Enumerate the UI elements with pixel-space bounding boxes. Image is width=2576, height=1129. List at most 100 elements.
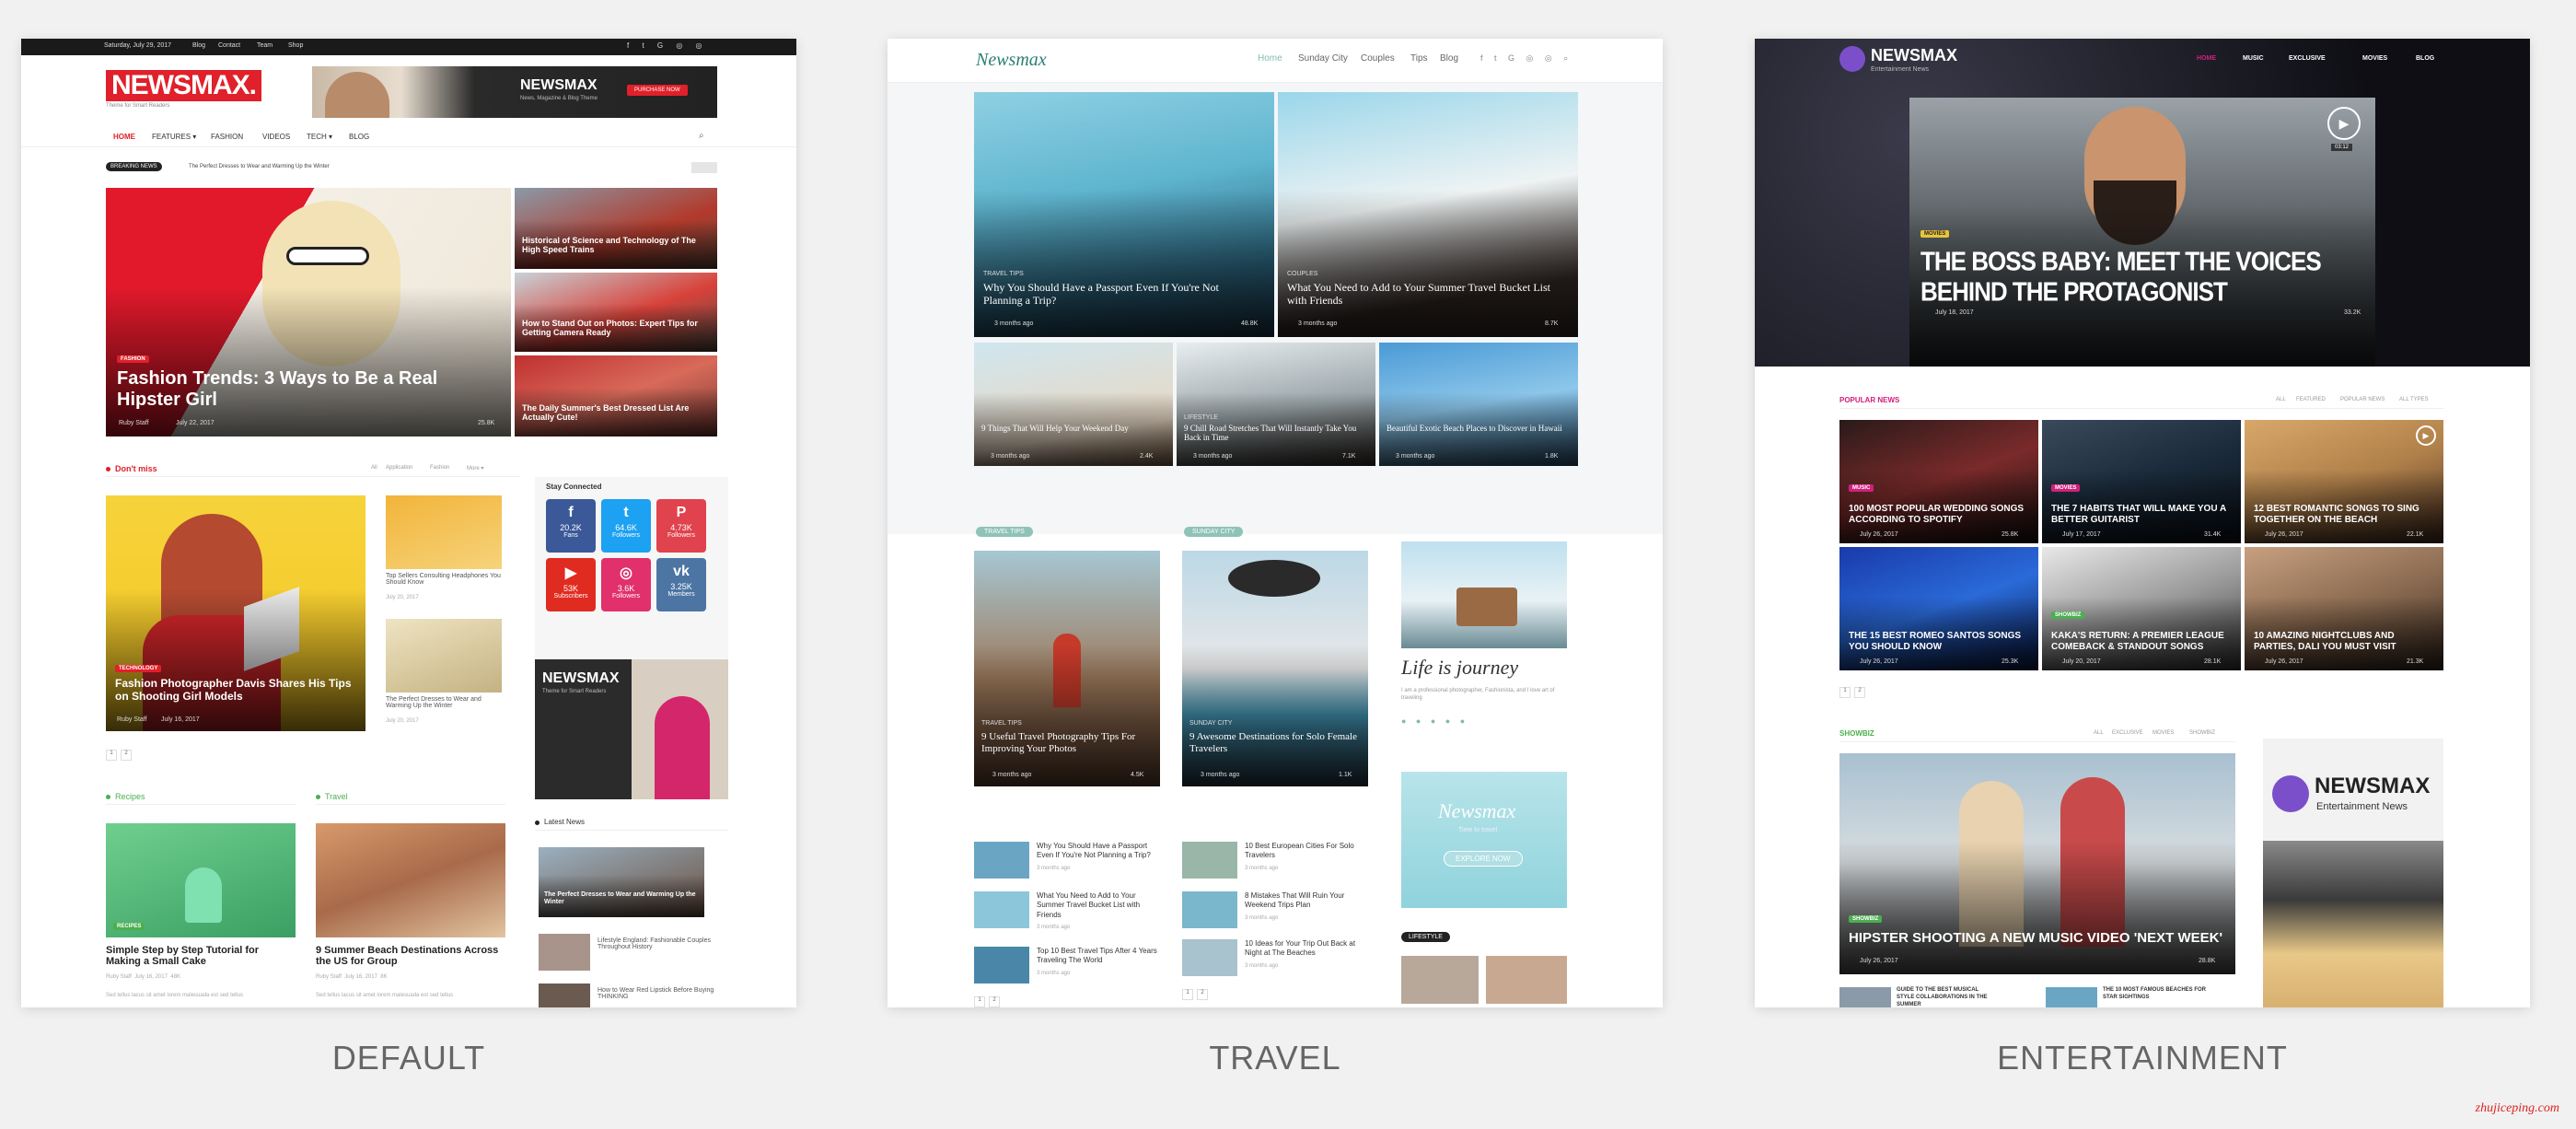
travel-demo-card[interactable]: Newsmax Home Sunday City Couples Tips Bl… <box>888 39 1663 1007</box>
travel-card-2-title[interactable]: 9 Awesome Destinations for Solo Female T… <box>1189 731 1361 754</box>
ent-grid-2[interactable]: MOVIES THE 7 HABITS THAT WILL MAKE YOU A… <box>2042 420 2241 543</box>
travel-list-right-1-title[interactable]: 10 Best European Cities For Solo Travele… <box>1245 842 1374 861</box>
ent-side-ad[interactable]: NEWSMAX Entertainment News <box>2263 739 2443 1007</box>
top-link-blog[interactable]: Blog <box>192 42 205 49</box>
feature-author[interactable]: Ruby Staff <box>117 716 147 723</box>
side-post-2[interactable]: How to Stand Out on Photos: Expert Tips … <box>515 273 717 352</box>
travel-promo-banner[interactable]: Newsmax Time to travel EXPLORE NOW <box>1401 772 1567 908</box>
nav-blog[interactable]: BLOG <box>349 133 369 141</box>
entertainment-demo-card[interactable]: NEWSMAX Entertainment News HOME MUSIC EX… <box>1755 39 2530 1007</box>
top-link-contact[interactable]: Contact <box>218 42 240 49</box>
travel-page-2-left[interactable]: 2 <box>989 996 1000 1007</box>
ent-grid-3-title[interactable]: 12 BEST ROMANTIC SONGS TO SING TOGETHER … <box>2254 504 2434 525</box>
ent-list-1-title[interactable]: GUIDE TO THE BEST MUSICAL STYLE COLLABOR… <box>1897 987 1989 1007</box>
latest-post-2-title[interactable]: Lifestyle England: Fashionable Couples T… <box>598 937 717 950</box>
ent-grid-6[interactable]: 10 AMAZING NIGHTCLUBS AND PARTIES, DALI … <box>2245 547 2443 670</box>
ent-grid-1-title[interactable]: 100 MOST POPULAR WEDDING SONGS ACCORDING… <box>1849 504 2029 525</box>
ent-nav-exclusive[interactable]: EXCLUSIVE <box>2289 55 2326 62</box>
ent-nav-home[interactable]: HOME <box>2197 55 2216 62</box>
ent-grid-3[interactable]: ▶ 12 BEST ROMANTIC SONGS TO SING TOGETHE… <box>2245 420 2443 543</box>
site-logo[interactable]: NEWSMAX. Theme for Smart Readers <box>106 70 261 109</box>
ent-grid-2-tag[interactable]: MOVIES <box>2051 484 2081 492</box>
side-post-3-title[interactable]: The Daily Summer's Best Dressed List Are… <box>522 403 706 423</box>
travel-nav-couples[interactable]: Couples <box>1361 53 1395 64</box>
ent-feature-image[interactable]: SHOWBIZ HIPSTER SHOOTING A NEW MUSIC VID… <box>1839 753 2235 974</box>
ent-popular-filter-popular[interactable]: POPULAR NEWS <box>2340 397 2385 402</box>
dont-miss-filter-application[interactable]: Application <box>386 465 412 471</box>
social-vk[interactable]: vk 3.25K Members <box>656 558 706 611</box>
ent-page-2[interactable]: 2 <box>1854 687 1865 698</box>
latest-post-1[interactable]: The Perfect Dresses to Wear and Warming … <box>539 847 704 917</box>
ad-cta-button[interactable]: PURCHASE NOW <box>627 85 688 96</box>
hero-image[interactable]: FASHION Fashion Trends: 3 Ways to Be a R… <box>106 188 511 436</box>
ent-showbiz-filter-exclusive[interactable]: EXCLUSIVE <box>2112 730 2143 736</box>
travel-card-2[interactable]: SUNDAY CITY 9 Awesome Destinations for S… <box>1182 551 1368 786</box>
travel-promo-cta[interactable]: EXPLORE NOW <box>1444 851 1523 867</box>
travel-list-left-1-title[interactable]: Why You Should Have a Passport Even If Y… <box>1037 842 1166 861</box>
dont-miss-filter-more[interactable]: More ▾ <box>467 465 483 471</box>
feature-title[interactable]: Fashion Photographer Davis Shares His Ti… <box>115 677 354 704</box>
travel-list-left-3-image[interactable] <box>974 947 1029 984</box>
travel-grid-5[interactable]: Beautiful Exotic Beach Places to Discove… <box>1379 343 1578 466</box>
small-post-1-title[interactable]: Top Sellers Consulting Headphones You Sh… <box>386 573 505 586</box>
travel-list-left-2-image[interactable] <box>974 891 1029 928</box>
travel-list-left-3-title[interactable]: Top 10 Best Travel Tips After 4 Years Tr… <box>1037 947 1166 966</box>
small-post-1-image[interactable] <box>386 495 502 569</box>
ent-grid-4[interactable]: THE 15 BEST ROMEO SANTOS SONGS YOU SHOUL… <box>1839 547 2038 670</box>
travel-pill-tips[interactable]: TRAVEL TIPS <box>976 527 1033 537</box>
ent-popular-filter-featured[interactable]: FEATURED <box>2296 397 2326 402</box>
travel-nav-home[interactable]: Home <box>1258 53 1282 64</box>
travel-lifestyle-label[interactable]: LIFESTYLE <box>1401 932 1450 942</box>
travel-grid-2-title[interactable]: What You Need to Add to Your Summer Trav… <box>1287 281 1563 308</box>
search-icon[interactable]: ⌕ <box>699 131 704 141</box>
feature-post-image[interactable]: TECHNOLOGY Fashion Photographer Davis Sh… <box>106 495 366 731</box>
travel-social-icons[interactable]: f t G ◎ ◎ ⌕ <box>1480 53 1572 64</box>
social-twitter[interactable]: t 64.6K Followers <box>601 499 651 553</box>
ent-nav-blog[interactable]: BLOG <box>2416 55 2434 62</box>
dont-miss-page-2[interactable]: 2 <box>121 750 132 761</box>
travel-journey-social[interactable]: ● ● ● ● ● <box>1401 716 1468 726</box>
nav-home[interactable]: HOME <box>113 133 135 141</box>
ent-grid-1-tag[interactable]: MUSIC <box>1849 484 1874 492</box>
side-post-1-title[interactable]: Historical of Science and Technology of … <box>522 236 706 255</box>
social-youtube[interactable]: ▶ 53K Subscribers <box>546 558 596 611</box>
feature-tag[interactable]: TECHNOLOGY <box>115 665 162 672</box>
ent-popular-filter-all[interactable]: ALL <box>2276 397 2286 402</box>
ent-nav-movies[interactable]: MOVIES <box>2362 55 2387 62</box>
ent-hero-image[interactable]: ▶ 03:12 <box>1909 98 2375 367</box>
travel-page-1-left[interactable]: 1 <box>974 996 985 1007</box>
travel-nav-sunday-city[interactable]: Sunday City <box>1298 53 1348 64</box>
travel-grid-4-title[interactable]: 9 Chill Road Stretches That Will Instant… <box>1184 424 1364 443</box>
travel-grid-2-cat[interactable]: COUPLES <box>1287 271 1317 277</box>
travel-list-right-1-image[interactable] <box>1182 842 1237 879</box>
small-post-2-title[interactable]: The Perfect Dresses to Wear and Warming … <box>386 696 505 709</box>
travel-lifestyle-image-1[interactable] <box>1401 956 1479 1004</box>
hero-title[interactable]: Fashion Trends: 3 Ways to Be a Real Hips… <box>117 368 485 411</box>
recipes-post-title[interactable]: Simple Step by Step Tutorial for Making … <box>106 945 296 967</box>
ent-hero-tag[interactable]: MOVIES <box>1920 230 1950 238</box>
travel-grid-3[interactable]: 9 Things That Will Help Your Weekend Day… <box>974 343 1173 466</box>
travel-grid-5-title[interactable]: Beautiful Exotic Beach Places to Discove… <box>1387 424 1567 433</box>
top-social-icons[interactable]: f t G ◎ ◎ <box>627 41 708 50</box>
default-demo-card[interactable]: Saturday, July 29, 2017 Blog Contact Tea… <box>21 39 796 1007</box>
travel-list-right-3-image[interactable] <box>1182 939 1237 976</box>
travel-list-right-3-title[interactable]: 10 Ideas for Your Trip Out Back at Night… <box>1245 939 1374 959</box>
nav-features[interactable]: FEATURES ▾ <box>152 133 196 141</box>
ent-popular-filter-types[interactable]: ALL TYPES <box>2399 397 2429 402</box>
side-post-1[interactable]: Historical of Science and Technology of … <box>515 188 717 269</box>
ent-showbiz-filter-all[interactable]: ALL <box>2094 730 2104 736</box>
ent-list-2-title[interactable]: THE 10 MOST FAMOUS BEACHES FOR STAR SIGH… <box>2103 987 2213 1002</box>
social-facebook[interactable]: f 20.2K Fans <box>546 499 596 553</box>
travel-journey-image[interactable] <box>1401 541 1567 648</box>
recipes-post-image[interactable]: RECIPES <box>106 823 296 937</box>
travel-post-image[interactable] <box>316 823 505 937</box>
travel-logo[interactable]: Newsmax <box>976 50 1047 71</box>
header-ad-banner[interactable]: NEWSMAX News, Magazine & Blog Theme PURC… <box>312 66 717 118</box>
latest-post-1-title[interactable]: The Perfect Dresses to Wear and Warming … <box>544 891 701 906</box>
latest-post-3-title[interactable]: How to Wear Red Lipstick Before Buying T… <box>598 987 717 1000</box>
travel-list-left-1-image[interactable] <box>974 842 1029 879</box>
travel-card-1[interactable]: TRAVEL TIPS 9 Useful Travel Photography … <box>974 551 1160 786</box>
ent-hero-title[interactable]: THE BOSS BABY: MEET THE VOICES BEHIND TH… <box>1920 246 2362 308</box>
ent-grid-5-title[interactable]: KAKA'S RETURN: A PREMIER LEAGUE COMEBACK… <box>2051 631 2232 652</box>
play-icon[interactable]: ▶ <box>2327 107 2361 140</box>
